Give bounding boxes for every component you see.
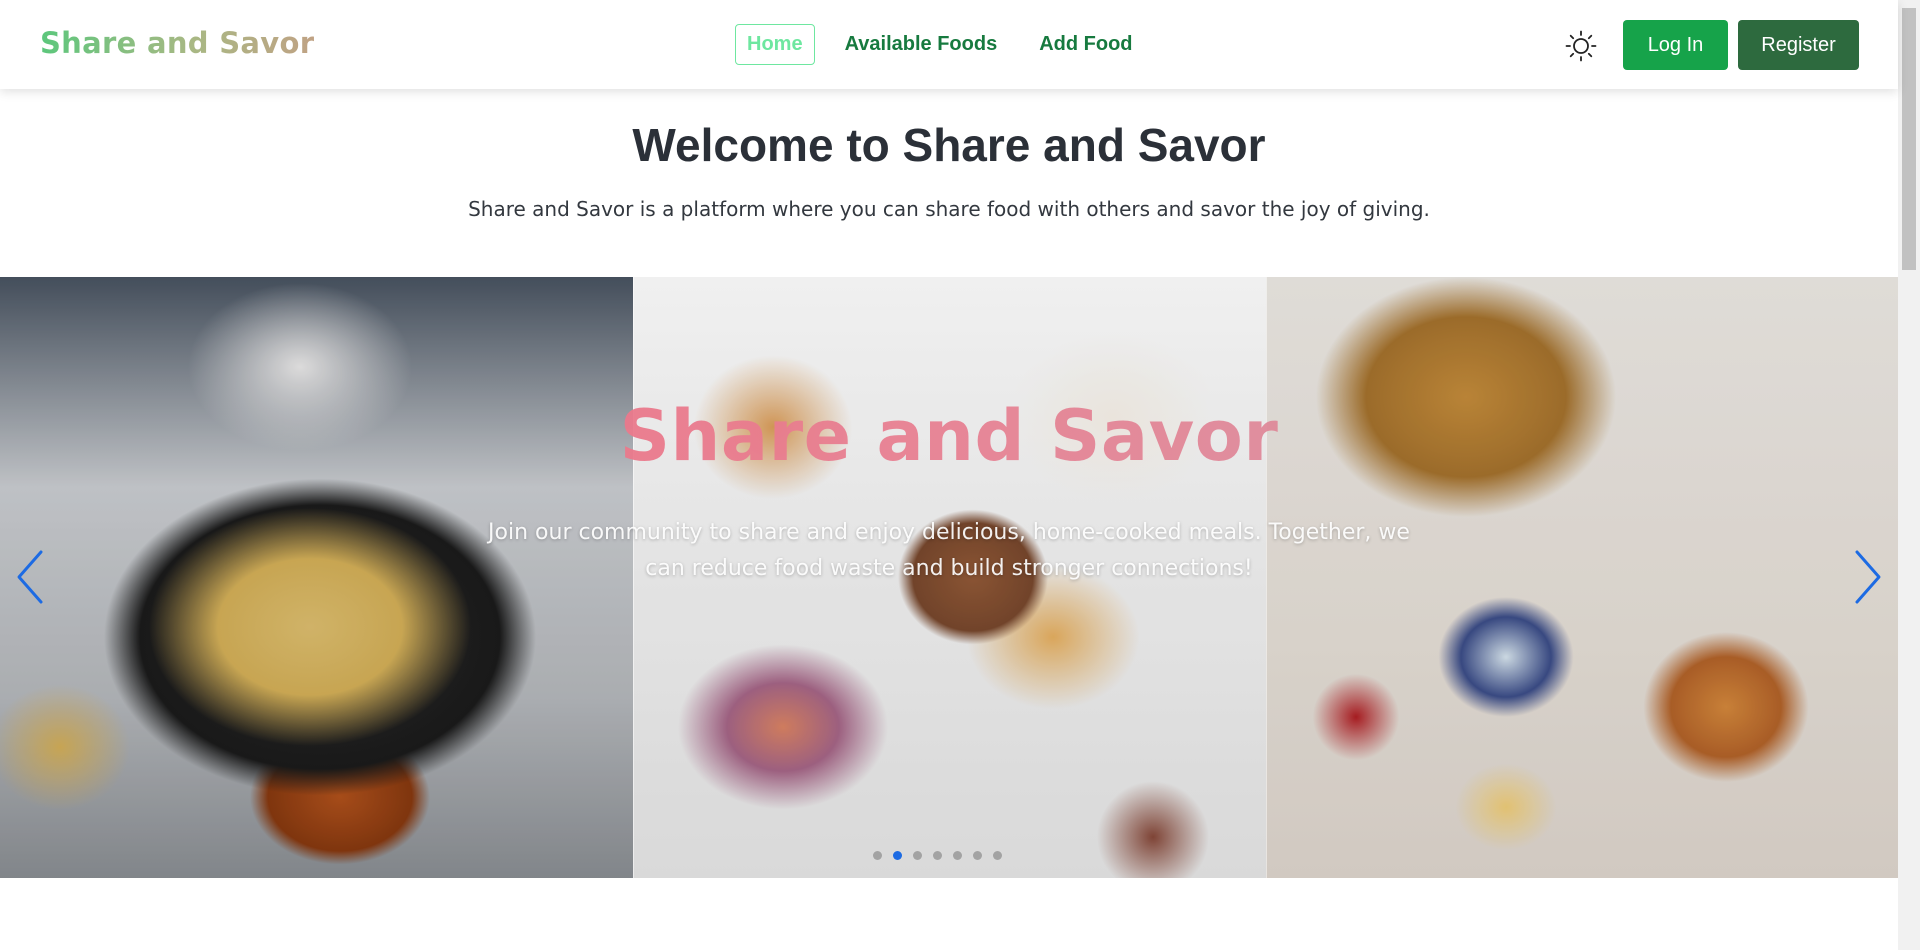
carousel-pagination — [873, 851, 1002, 860]
theme-toggle[interactable] — [1564, 29, 1598, 63]
login-button[interactable]: Log In — [1623, 20, 1728, 70]
carousel-dot[interactable] — [993, 851, 1002, 860]
brand-logo[interactable]: Share and Savor — [40, 26, 314, 60]
page-scrollbar[interactable] — [1898, 0, 1920, 950]
carousel-prev-button[interactable] — [10, 547, 50, 607]
page-title: Welcome to Share and Savor — [632, 119, 1266, 171]
carousel-dot[interactable] — [973, 851, 982, 860]
scrollbar-thumb[interactable] — [1902, 8, 1916, 270]
chevron-right-icon — [1855, 550, 1881, 604]
carousel-caption: Join our community to share and enjoy de… — [488, 520, 1410, 581]
sun-icon — [1565, 30, 1597, 62]
page-subtitle: Share and Savor is a platform where you … — [468, 197, 1430, 221]
navbar: Share and Savor Home Available Foods Add… — [0, 0, 1898, 89]
carousel-dot[interactable] — [913, 851, 922, 860]
chevron-left-icon — [17, 550, 43, 604]
carousel-dot[interactable] — [933, 851, 942, 860]
carousel-title: Share and Savor — [0, 395, 1898, 477]
nav-link-add-food[interactable]: Add Food — [1027, 24, 1144, 65]
nav-link-home[interactable]: Home — [735, 23, 815, 65]
carousel-dot[interactable] — [873, 851, 882, 860]
carousel-dot[interactable] — [953, 851, 962, 860]
nav-links: Home Available Foods Add Food — [735, 23, 1163, 65]
carousel-dot[interactable] — [893, 851, 902, 860]
carousel-next-button[interactable] — [1848, 547, 1888, 607]
nav-link-available-foods[interactable]: Available Foods — [833, 24, 1010, 65]
register-button[interactable]: Register — [1738, 20, 1859, 70]
hero-carousel: Share and Savor Join our community to sh… — [0, 277, 1898, 878]
